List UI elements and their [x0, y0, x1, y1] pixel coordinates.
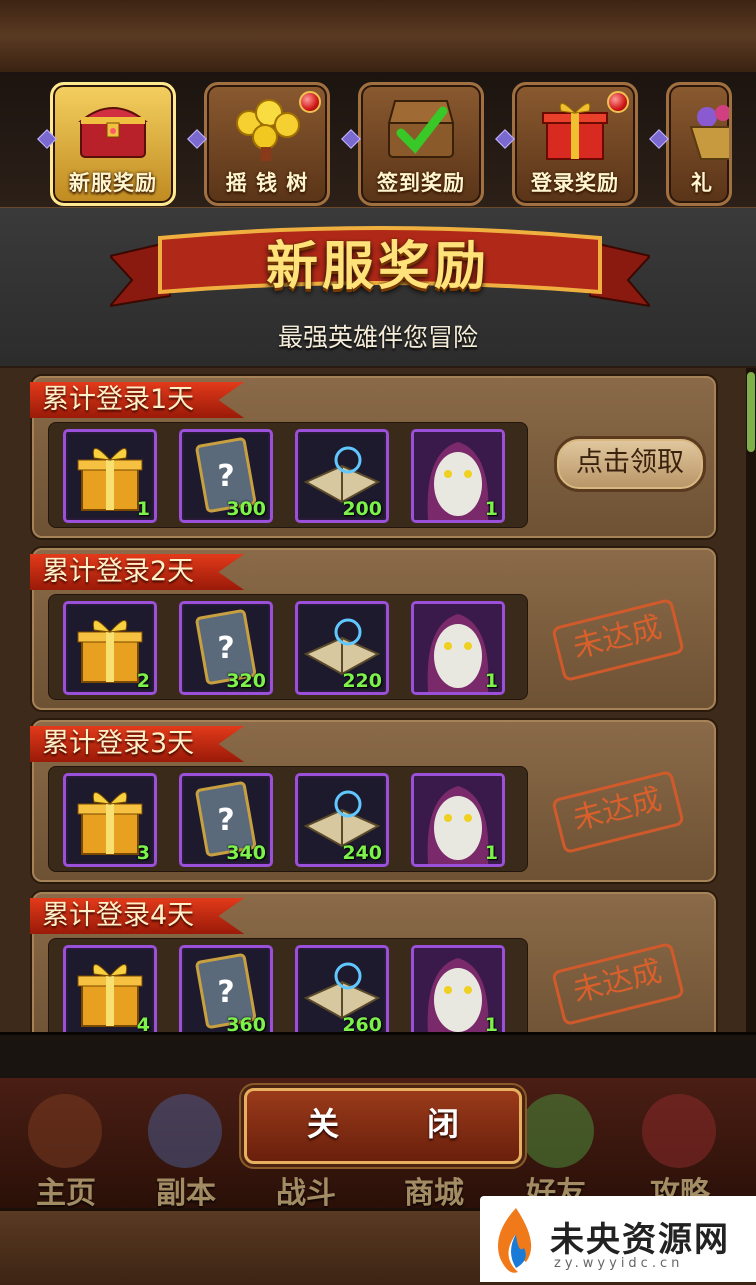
not-achieved-stamp: 未达成 [551, 941, 685, 1027]
item-quantity: 1 [484, 842, 498, 864]
reward-slot-hero[interactable]: 1 [411, 945, 505, 1032]
banner-title: 新服奖励 [265, 237, 490, 297]
reward-slot-card[interactable]: ? 300 [179, 429, 273, 523]
nav-dungeon[interactable]: 副本 [126, 1168, 246, 1212]
item-quantity: 1 [484, 1014, 498, 1032]
item-quantity: 260 [342, 1014, 382, 1032]
reward-card: 累计登录4天 4 ? 360 260 1 未达成 [30, 892, 716, 1032]
tab-label: 摇 钱 树 [225, 171, 309, 195]
tab-label: 签到奖励 [377, 171, 465, 195]
top-wood-frame [0, 0, 756, 75]
item-quantity: 340 [226, 842, 266, 864]
scrollbar-thumb[interactable] [747, 372, 755, 452]
bottom-divider [0, 1032, 756, 1081]
tab-strip: 新服奖励 摇 钱 树 签到奖励 登录奖励 礼 [0, 72, 756, 210]
reward-slot-book[interactable]: 260 [295, 945, 389, 1032]
nav-battle[interactable]: 战斗 [246, 1168, 366, 1212]
tab-money-tree[interactable]: 摇 钱 树 [204, 82, 330, 206]
check-chest-icon [387, 100, 455, 158]
flame-logo-icon [498, 1208, 532, 1273]
banner-subtitle: 最强英雄伴您冒险 [277, 323, 478, 352]
treasure-chest-icon [78, 107, 148, 158]
reward-slot-gift[interactable]: 2 [63, 601, 157, 695]
reward-card: 累计登录2天 2 ? 320 220 1 未达成 [30, 548, 716, 710]
reward-day-tag: 累计登录2天 [30, 554, 245, 590]
reward-slot-hero[interactable]: 1 [411, 601, 505, 695]
item-quantity: 240 [342, 842, 382, 864]
item-quantity: 1 [484, 498, 498, 520]
item-quantity: 3 [136, 842, 150, 864]
item-quantity: 320 [226, 670, 266, 692]
reward-slot-hero[interactable]: 1 [411, 429, 505, 523]
claim-button[interactable]: 点击领取 [554, 436, 706, 492]
notification-dot [299, 91, 321, 113]
tab-label: 新服奖励 [69, 171, 157, 195]
item-quantity: 200 [342, 498, 382, 520]
reward-slot-hero[interactable]: 1 [411, 773, 505, 867]
svg-text:?: ? [217, 803, 234, 838]
tab-login-reward[interactable]: 登录奖励 [512, 82, 638, 206]
gold-coins-tree-icon [236, 99, 300, 161]
reward-day-tag: 累计登录1天 [30, 382, 245, 418]
scrollbar-track[interactable] [746, 368, 756, 1032]
reward-slot-gift[interactable]: 4 [63, 945, 157, 1032]
home-icon [28, 1094, 102, 1168]
dungeon-icon [148, 1094, 222, 1168]
tab-check-in-reward[interactable]: 签到奖励 [358, 82, 484, 206]
reward-slot-book[interactable]: 220 [295, 601, 389, 695]
reward-slot-card[interactable]: ? 360 [179, 945, 273, 1032]
nav-home[interactable]: 主页 [6, 1168, 126, 1212]
reward-day-tag: 累计登录3天 [30, 726, 245, 762]
reward-list[interactable]: 累计登录1天 1 ? 300 200 1 点击领取 累计登录2天 2 ? 320… [0, 368, 756, 1032]
not-achieved-stamp: 未达成 [551, 769, 685, 855]
notification-dot [607, 91, 629, 113]
reward-slot-gift[interactable]: 3 [63, 773, 157, 867]
not-achieved-stamp: 未达成 [551, 597, 685, 683]
item-quantity: 2 [136, 670, 150, 692]
reward-items: 4 ? 360 260 1 [48, 938, 528, 1032]
item-quantity: 1 [136, 498, 150, 520]
item-quantity: 220 [342, 670, 382, 692]
reward-card: 累计登录1天 1 ? 300 200 1 点击领取 [30, 376, 716, 538]
guide-icon [642, 1094, 716, 1168]
svg-text:?: ? [217, 975, 234, 1010]
tab-gift-partial[interactable]: 礼 [666, 82, 732, 206]
svg-text:?: ? [217, 631, 234, 666]
item-quantity: 360 [226, 1014, 266, 1032]
close-button[interactable]: 关 闭 [244, 1088, 522, 1164]
svg-text:?: ? [217, 459, 234, 494]
reward-items: 1 ? 300 200 1 [48, 422, 528, 528]
gift-box-icon [542, 103, 608, 160]
tab-label: 礼 [691, 171, 713, 195]
item-quantity: 300 [226, 498, 266, 520]
reward-slot-book[interactable]: 240 [295, 773, 389, 867]
reward-day-tag: 累计登录4天 [30, 898, 245, 934]
item-quantity: 4 [136, 1014, 150, 1032]
reward-items: 3 ? 340 240 1 [48, 766, 528, 872]
nav-shop[interactable]: 商城 [374, 1168, 494, 1212]
reward-card: 累计登录3天 3 ? 340 240 1 未达成 [30, 720, 716, 882]
friends-icon [520, 1094, 594, 1168]
reward-slot-gift[interactable]: 1 [63, 429, 157, 523]
reward-slot-card[interactable]: ? 320 [179, 601, 273, 695]
tab-label: 登录奖励 [531, 171, 619, 195]
item-quantity: 1 [484, 670, 498, 692]
watermark-name: 未央资源网 [550, 1220, 730, 1260]
reward-items: 2 ? 320 220 1 [48, 594, 528, 700]
tab-new-server-reward[interactable]: 新服奖励 [50, 82, 176, 206]
gem-bag-icon [689, 105, 729, 160]
reward-slot-book[interactable]: 200 [295, 429, 389, 523]
reward-slot-card[interactable]: ? 340 [179, 773, 273, 867]
watermark-url: zy.wyyidc.cn [554, 1256, 684, 1271]
